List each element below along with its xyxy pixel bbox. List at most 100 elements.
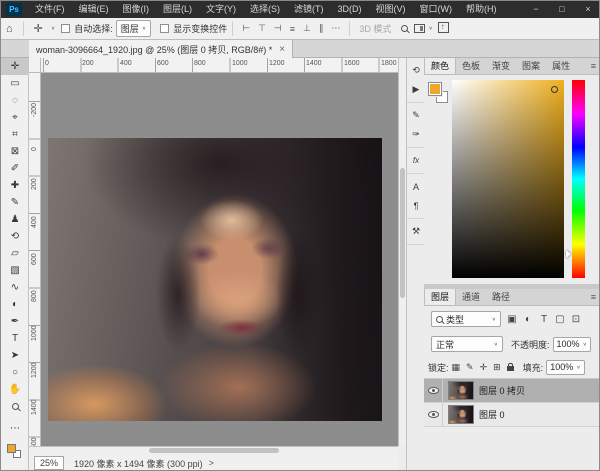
hand-tool[interactable]: ✋ [1,381,29,398]
type-tool[interactable]: T [1,330,29,347]
blend-mode-dropdown[interactable]: 正常 ∨ [431,336,503,352]
actions-panel-icon[interactable]: ▶ [407,80,425,99]
close-tab-icon[interactable]: × [279,44,285,55]
brush-tool[interactable]: ✎ [1,194,29,211]
menu-layer[interactable]: 图层(L) [156,1,199,18]
character-panel-icon[interactable]: A [407,177,425,196]
align-left-icon[interactable]: ⊢ [238,23,254,34]
auto-select-dropdown[interactable]: 图层 ∨ [116,20,151,37]
visibility-toggle[interactable] [424,379,443,403]
styles-panel-icon[interactable]: fx [407,151,425,170]
workspace-switcher-icon[interactable] [414,24,425,33]
smudge-tool[interactable]: ∿ [1,279,29,296]
history-brush-tool[interactable]: ⟲ [1,228,29,245]
lock-position-icon[interactable]: ✛ [477,362,491,373]
layer-filter-dropdown[interactable]: 类型 ∨ [431,311,501,327]
foreground-color-swatch[interactable] [428,82,442,96]
scrollbar-thumb[interactable] [400,168,405,298]
chevron-down-icon[interactable]: ∨ [51,26,55,32]
lock-pixels-icon[interactable]: ✎ [463,362,477,373]
gradient-tool[interactable]: ▧ [1,262,29,279]
pen-tool[interactable]: ✒ [1,313,29,330]
more-align-options-button[interactable]: ⋯ [327,23,344,34]
canvas-image[interactable] [48,138,382,421]
home-button[interactable]: ⌂ [1,23,18,35]
layer-thumbnail[interactable] [448,381,474,400]
menu-image[interactable]: 图像(I) [116,1,157,18]
lasso-tool[interactable]: ◌ [1,92,29,109]
brush-settings-panel-icon[interactable]: ✎ [407,106,425,125]
auto-select-checkbox[interactable] [61,24,70,33]
show-transform-checkbox[interactable] [160,24,169,33]
frame-tool[interactable]: ⊠ [1,143,29,160]
align-bottom-icon[interactable]: ⊥ [299,23,315,34]
healing-brush-tool[interactable]: ✚ [1,177,29,194]
foreground-color-swatch[interactable] [7,444,16,453]
horizontal-ruler[interactable]: 0 200 400 600 800 1000 1200 1400 1600 18… [41,58,398,73]
panel-menu-icon[interactable]: ≡ [586,58,600,74]
tab-properties[interactable]: 属性 [546,58,576,74]
layer-thumbnail[interactable] [448,405,474,424]
paragraph-panel-icon[interactable]: ¶ [407,196,425,215]
menu-filter[interactable]: 滤镜(T) [287,1,331,18]
eyedropper-tool[interactable]: ✐ [1,160,29,177]
dodge-tool[interactable]: ◐ [1,296,29,313]
vertical-ruler[interactable]: -200 0 200 400 600 800 1000 1200 1400 16… [29,73,41,446]
search-icon[interactable] [401,25,408,32]
tab-layers[interactable]: 图层 [424,289,456,305]
move-tool[interactable]: ✛ [1,58,29,75]
menu-view[interactable]: 视图(V) [369,1,413,18]
lock-all-icon[interactable] [507,366,514,371]
chevron-down-icon[interactable]: ∨ [428,26,432,32]
distribute-icon[interactable]: ≡ [286,24,299,34]
tab-paths[interactable]: 路径 [486,289,516,305]
tab-channels[interactable]: 通道 [456,289,486,305]
visibility-toggle[interactable] [424,403,443,427]
tool-presets-panel-icon[interactable]: ⚒ [407,222,425,241]
brushes-panel-icon[interactable]: ✑ [407,125,425,144]
filter-pixel-layers-icon[interactable]: ▣ [504,314,520,325]
tab-patterns[interactable]: 图案 [516,58,546,74]
status-expand-arrow[interactable]: > [209,458,214,468]
document-tab[interactable]: woman-3096664_1920.jpg @ 25% (图层 0 拷贝, R… [29,40,293,58]
canvas-pasteboard[interactable] [41,73,398,446]
lock-transparency-icon[interactable]: ▦ [449,362,464,373]
edit-toolbar-button[interactable]: ⋯ [1,420,29,437]
menu-3d[interactable]: 3D(D) [331,1,369,18]
menu-select[interactable]: 选择(S) [243,1,287,18]
align-right-icon[interactable]: ⊣ [270,23,286,34]
tab-gradients[interactable]: 渐变 [486,58,516,74]
horizontal-scrollbar[interactable] [29,446,398,454]
filter-adjustment-layers-icon[interactable]: ◐ [520,314,536,325]
menu-edit[interactable]: 编辑(E) [72,1,116,18]
shape-tool[interactable]: ○ [1,364,29,381]
clone-stamp-tool[interactable]: ♟ [1,211,29,228]
zoom-level-input[interactable]: 25% [34,456,64,470]
path-select-tool[interactable]: ➤ [1,347,29,364]
minimize-button[interactable]: − [523,1,549,18]
tab-color[interactable]: 颜色 [424,58,456,74]
menu-file[interactable]: 文件(F) [28,1,72,18]
align-center-icon[interactable]: ⊤ [254,23,270,34]
menu-type[interactable]: 文字(Y) [199,1,243,18]
hue-slider[interactable] [572,80,585,278]
maximize-button[interactable]: □ [549,1,575,18]
crop-tool[interactable]: ⌗ [1,126,29,143]
panel-menu-icon[interactable]: ≡ [586,289,600,305]
marquee-tool[interactable]: ▭ [1,75,29,92]
zoom-tool[interactable] [1,398,29,415]
layer-row[interactable]: 图层 0 拷贝 [424,379,600,403]
filter-type-layers-icon[interactable]: T [536,314,552,325]
vertical-scrollbar[interactable] [398,58,406,446]
move-tool-preset-icon[interactable]: ✛ [29,22,48,35]
opacity-input[interactable]: 100% ∨ [553,337,591,352]
tab-swatches[interactable]: 色板 [456,58,486,74]
object-selection-tool[interactable]: ⌖ [1,109,29,126]
lock-artboard-icon[interactable]: ⊞ [490,362,504,373]
share-icon[interactable] [438,22,449,33]
filter-shape-layers-icon[interactable]: ▢ [552,314,568,325]
fill-input[interactable]: 100% ∨ [546,360,584,375]
close-button[interactable]: × [575,1,600,18]
distribute-vertical-icon[interactable]: ∥ [315,23,328,34]
menu-help[interactable]: 帮助(H) [459,1,504,18]
